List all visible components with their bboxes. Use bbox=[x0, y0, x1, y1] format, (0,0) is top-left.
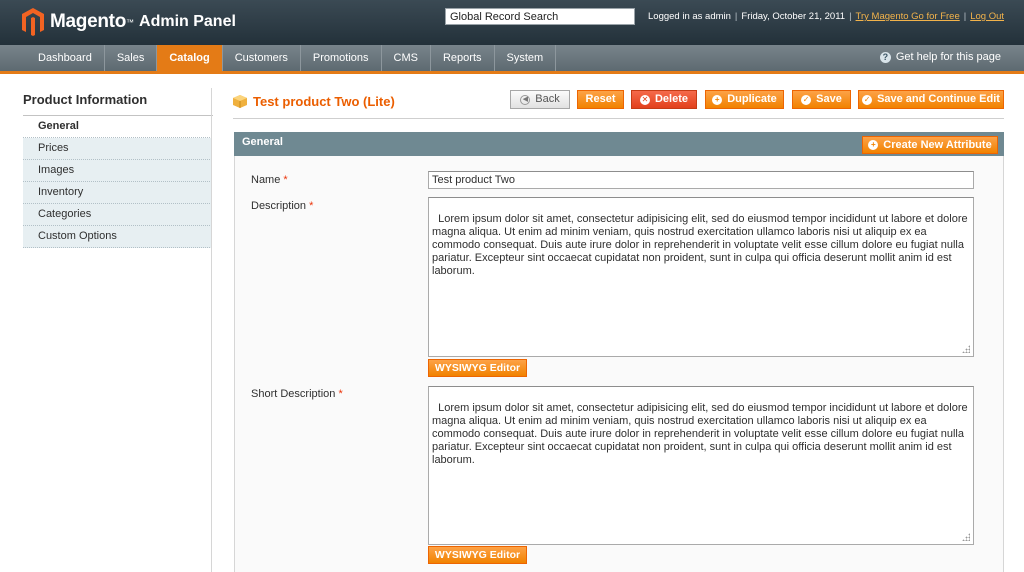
short-description-wysiwyg-button[interactable]: WYSIWYG Editor bbox=[428, 546, 527, 564]
help-link-label: Get help for this page bbox=[895, 51, 1001, 63]
box-icon bbox=[233, 95, 247, 108]
back-button[interactable]: ◀ Back bbox=[510, 90, 570, 109]
short-description-label: Short Description * bbox=[251, 388, 343, 400]
help-icon: ? bbox=[879, 51, 891, 63]
page-title: Test product Two (Lite) bbox=[233, 94, 395, 109]
description-textarea[interactable]: Lorem ipsum dolor sit amet, consectetur … bbox=[428, 197, 974, 357]
description-wysiwyg-button[interactable]: WYSIWYG Editor bbox=[428, 359, 527, 377]
short-description-label-text: Short Description bbox=[251, 388, 336, 400]
create-attribute-label: Create New Attribute bbox=[883, 138, 992, 151]
brand-logo[interactable]: Magento ™ Admin Panel bbox=[22, 7, 236, 37]
wysiwyg-button-label: WYSIWYG Editor bbox=[434, 361, 521, 374]
delete-button-label: Delete bbox=[654, 93, 689, 105]
required-mark: * bbox=[309, 200, 314, 212]
logout-link[interactable]: Log Out bbox=[970, 11, 1004, 22]
check-circle-icon: ✓ bbox=[862, 94, 873, 105]
product-title: Test product Two (Lite) bbox=[253, 94, 395, 109]
date-text: Friday, October 21, 2011 bbox=[741, 11, 846, 22]
nav-reports[interactable]: Reports bbox=[431, 45, 495, 71]
save-button[interactable]: ✓ Save bbox=[792, 90, 851, 109]
sidebar-item-inventory[interactable]: Inventory bbox=[23, 182, 212, 204]
nav-cms[interactable]: CMS bbox=[382, 45, 431, 71]
brand-name: Magento bbox=[50, 11, 127, 32]
magento-logo-icon bbox=[22, 8, 44, 36]
duplicate-button[interactable]: + Duplicate bbox=[705, 90, 784, 109]
sidebar-item-general[interactable]: General bbox=[23, 116, 212, 138]
reset-button-label: Reset bbox=[585, 93, 616, 105]
delete-icon: ✕ bbox=[639, 94, 650, 105]
sidebar-item-images[interactable]: Images bbox=[23, 160, 212, 182]
save-continue-button[interactable]: ✓ Save and Continue Edit bbox=[858, 90, 1004, 109]
fieldset-title: General bbox=[242, 136, 283, 148]
create-attribute-button[interactable]: + Create New Attribute bbox=[862, 136, 998, 154]
admin-header: Magento ™ Admin Panel Logged in as admin… bbox=[0, 0, 1024, 45]
back-arrow-icon: ◀ bbox=[520, 94, 531, 105]
wysiwyg-button-label: WYSIWYG Editor bbox=[434, 548, 521, 561]
required-mark: * bbox=[338, 388, 343, 400]
trademark-mark: ™ bbox=[126, 17, 135, 27]
logged-in-text: Logged in as admin bbox=[648, 11, 731, 22]
nav-dashboard[interactable]: Dashboard bbox=[26, 45, 105, 71]
save-continue-button-label: Save and Continue Edit bbox=[877, 93, 1000, 105]
name-input[interactable] bbox=[428, 171, 974, 189]
name-label: Name * bbox=[251, 174, 288, 186]
sidebar-item-custom-options[interactable]: Custom Options bbox=[23, 226, 212, 248]
global-search-input[interactable] bbox=[445, 8, 635, 25]
nav-customers[interactable]: Customers bbox=[223, 45, 301, 71]
resize-grip-icon[interactable] bbox=[962, 345, 970, 353]
resize-grip-icon[interactable] bbox=[962, 533, 970, 541]
description-label: Description * bbox=[251, 200, 313, 212]
help-link[interactable]: ? Get help for this page bbox=[879, 51, 1001, 63]
short-description-textarea[interactable]: Lorem ipsum dolor sit amet, consectetur … bbox=[428, 386, 974, 545]
sidebar-item-prices[interactable]: Prices bbox=[23, 138, 212, 160]
save-button-label: Save bbox=[816, 93, 842, 105]
nav-promotions[interactable]: Promotions bbox=[301, 45, 382, 71]
description-text: Lorem ipsum dolor sit amet, consectetur … bbox=[432, 213, 971, 277]
sidebar-item-categories[interactable]: Categories bbox=[23, 204, 212, 226]
short-description-text: Lorem ipsum dolor sit amet, consectetur … bbox=[432, 402, 971, 466]
product-tabs: General Prices Images Inventory Categori… bbox=[23, 116, 212, 248]
description-label-text: Description bbox=[251, 200, 307, 212]
back-button-label: Back bbox=[535, 93, 560, 105]
sidebar-title: Product Information bbox=[23, 92, 148, 107]
duplicate-button-label: Duplicate bbox=[727, 93, 777, 105]
header-links: Logged in as admin | Friday, October 21, 2… bbox=[648, 11, 1005, 22]
nav-sales[interactable]: Sales bbox=[105, 45, 158, 71]
main-nav: Dashboard Sales Catalog Customers Promot… bbox=[0, 45, 1024, 74]
sidebar-border bbox=[211, 88, 212, 572]
nav-system[interactable]: System bbox=[495, 45, 557, 71]
plus-circle-icon: + bbox=[868, 140, 879, 150]
nav-catalog[interactable]: Catalog bbox=[157, 45, 223, 71]
plus-circle-icon: + bbox=[712, 94, 723, 105]
required-mark: * bbox=[283, 174, 288, 186]
delete-button[interactable]: ✕ Delete bbox=[631, 90, 697, 109]
try-magento-link[interactable]: Try Magento Go for Free bbox=[856, 11, 960, 22]
check-circle-icon: ✓ bbox=[801, 94, 812, 105]
brand-subtitle: Admin Panel bbox=[139, 13, 236, 30]
title-divider bbox=[233, 118, 1004, 119]
reset-button[interactable]: Reset bbox=[577, 90, 624, 109]
name-label-text: Name bbox=[251, 174, 281, 186]
